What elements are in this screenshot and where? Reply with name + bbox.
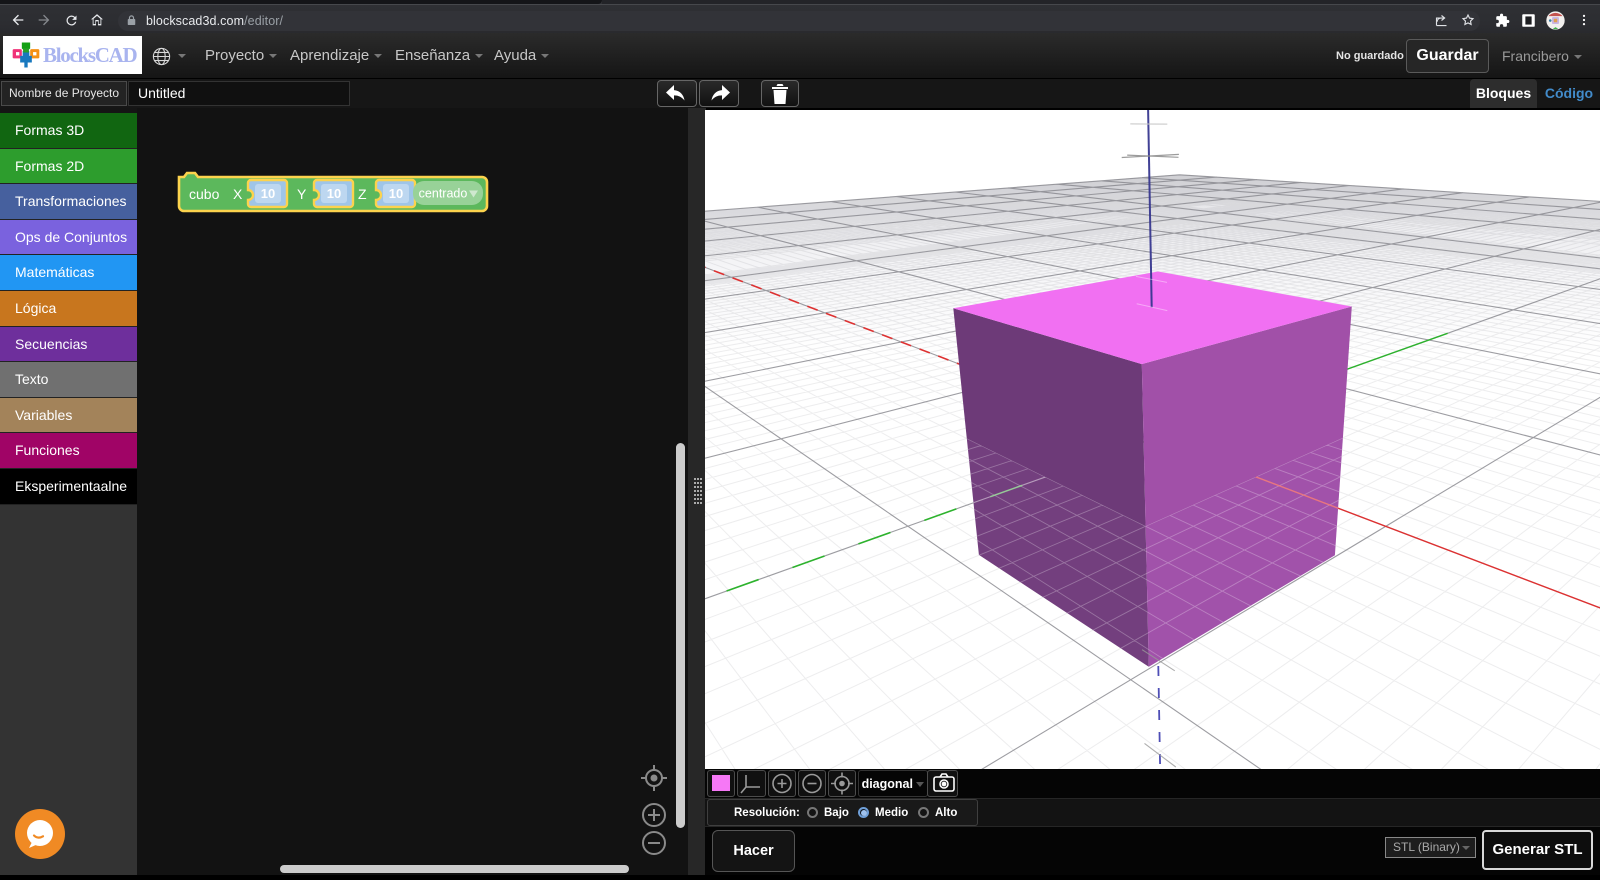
svg-text:10: 10 xyxy=(261,186,275,201)
svg-text:centrado: centrado xyxy=(419,187,468,201)
svg-text:X: X xyxy=(233,186,243,202)
svg-text:Y: Y xyxy=(297,186,307,202)
svg-text:10: 10 xyxy=(327,186,341,201)
svg-text:cubo: cubo xyxy=(189,186,220,202)
svg-text:Z: Z xyxy=(358,186,367,202)
svg-text:10: 10 xyxy=(389,186,403,201)
